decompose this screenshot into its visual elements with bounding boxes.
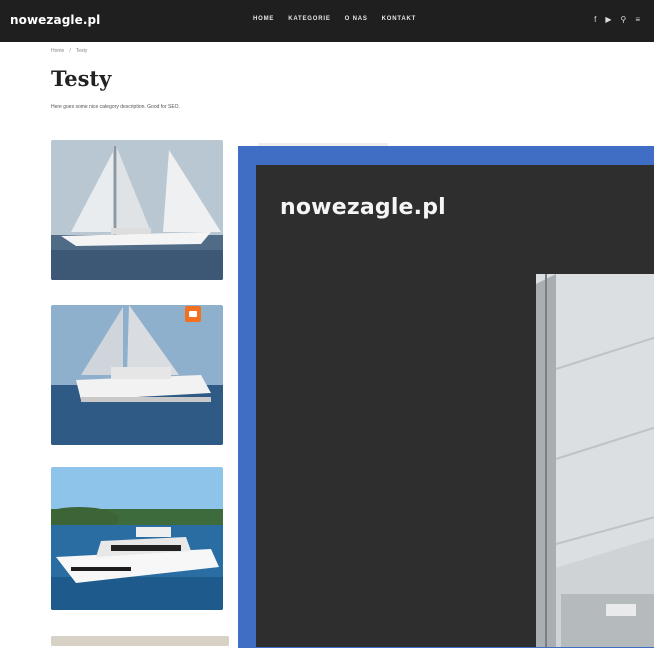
facebook-icon[interactable]: f	[594, 15, 596, 25]
category-description: Here goes some nice category description…	[51, 104, 180, 110]
overlay-logo: nowezagle.pl	[280, 195, 446, 220]
header-icons: f ▶ ⚲ ≡	[594, 15, 640, 25]
article-thumbnail-yacht[interactable]	[51, 636, 229, 646]
catamaran-photo	[51, 305, 223, 445]
main-nav: Home Kategorie O nas Kontakt	[253, 16, 416, 22]
search-icon[interactable]: ⚲	[620, 15, 626, 25]
article-thumbnail-motor-yacht[interactable]	[51, 467, 223, 610]
video-icon	[185, 306, 201, 322]
sailboat-photo	[51, 140, 223, 280]
catamaran-sail-photo	[536, 274, 654, 647]
breadcrumb-current: Testy	[75, 48, 88, 54]
overlay-window[interactable]: nowezagle.pl	[256, 165, 654, 647]
breadcrumb-home[interactable]: Home	[51, 48, 64, 54]
nav-item-about[interactable]: O nas	[345, 16, 368, 22]
page-title: Testy	[51, 66, 112, 91]
breadcrumb: Home / Testy	[51, 48, 87, 54]
nav-item-contact[interactable]: Kontakt	[382, 16, 416, 22]
nav-item-categories[interactable]: Kategorie	[288, 16, 330, 22]
yacht-photo	[51, 636, 229, 646]
motor-yacht-photo	[51, 467, 223, 610]
menu-icon[interactable]: ≡	[635, 15, 640, 25]
top-navigation-bar: nowezagle.pl Home Kategorie O nas Kontak…	[0, 0, 654, 42]
article-thumbnail-sailboat[interactable]	[51, 140, 223, 280]
youtube-icon[interactable]: ▶	[605, 15, 611, 25]
site-logo[interactable]: nowezagle.pl	[10, 13, 100, 27]
breadcrumb-separator: /	[69, 48, 71, 54]
article-thumbnail-catamaran[interactable]	[51, 305, 223, 445]
nav-item-home[interactable]: Home	[253, 16, 274, 22]
